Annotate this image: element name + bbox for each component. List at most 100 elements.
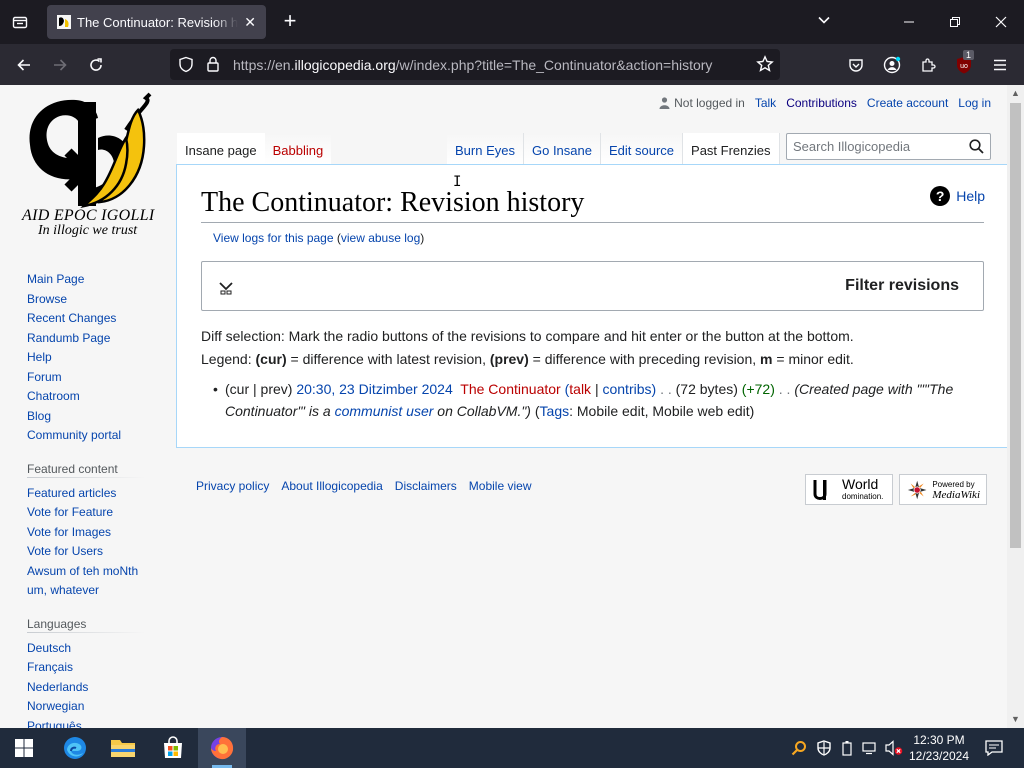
taskbar-clock[interactable]: 12:30 PM 12/23/2024: [903, 732, 975, 764]
battery-icon[interactable]: [837, 738, 857, 758]
namespace-tabs: Insane page Babbling: [177, 133, 332, 164]
revision-list-item: • (cur | prev) 20:30, 23 Ditzimber 2024 …: [213, 378, 983, 422]
edge-browser-icon[interactable]: [51, 728, 99, 768]
close-tab-icon[interactable]: ✕: [244, 14, 256, 31]
filter-revisions-panel[interactable]: Filter revisions: [201, 261, 984, 311]
reload-icon[interactable]: [83, 52, 109, 78]
view-logs-link[interactable]: View logs for this page: [213, 231, 334, 245]
personal-tools: Not logged in Talk Contributions Create …: [659, 96, 991, 110]
close-window-icon[interactable]: [989, 10, 1013, 34]
notifications-icon[interactable]: [982, 738, 1006, 758]
tab-edit-source[interactable]: Edit source: [600, 133, 684, 164]
footer-privacy-policy[interactable]: Privacy policy: [196, 479, 269, 493]
tab-insane-page[interactable]: Insane page: [177, 133, 265, 164]
view-abuse-log-link[interactable]: view abuse log: [341, 231, 420, 245]
file-explorer-icon[interactable]: [99, 728, 147, 768]
search-icon[interactable]: [969, 139, 984, 159]
search-tray-icon[interactable]: [789, 738, 809, 758]
language-link-portugues[interactable]: Português: [27, 717, 157, 729]
browser-tab-bar: The Continuator: Revision history ✕ +: [0, 0, 1024, 44]
list-all-tabs-icon[interactable]: [816, 12, 832, 33]
sidebar-item-awsum-of-teh-month[interactable]: Awsum of teh moNth: [27, 562, 157, 582]
lock-icon[interactable]: [206, 56, 220, 77]
sidebar-item-featured-articles[interactable]: Featured articles: [27, 484, 157, 504]
language-link-francais[interactable]: Français: [27, 658, 157, 678]
language-link-deutsch[interactable]: Deutsch: [27, 639, 157, 659]
all-tabs-icon[interactable]: [6, 9, 34, 35]
sidebar-item-blog[interactable]: Blog: [27, 407, 157, 427]
forward-arrow-icon[interactable]: [47, 52, 73, 78]
sidebar-item-vote-for-feature[interactable]: Vote for Feature: [27, 503, 157, 523]
address-bar[interactable]: https://en.illogicopedia.org/w/index.php…: [170, 49, 780, 80]
network-icon[interactable]: [860, 738, 880, 758]
footer-disclaimers[interactable]: Disclaimers: [395, 479, 457, 493]
not-logged-in-status: Not logged in: [659, 96, 745, 110]
history-sublinks: View logs for this page (view abuse log): [213, 231, 425, 245]
powered-by-mediawiki-badge[interactable]: Powered by MediaWiki: [899, 474, 987, 505]
sidebar-item-chatroom[interactable]: Chatroom: [27, 387, 157, 407]
log-in-link[interactable]: Log in: [958, 96, 991, 110]
footer-mobile-view[interactable]: Mobile view: [469, 479, 532, 493]
sidebar-item-help[interactable]: Help: [27, 348, 157, 368]
sidebar-item-community-portal[interactable]: Community portal: [27, 426, 157, 446]
tab-go-insane[interactable]: Go Insane: [523, 133, 601, 164]
sidebar: Main Page Browse Recent Changes Randumb …: [27, 270, 157, 728]
illogicopedia-mini-logo-icon: [813, 479, 827, 500]
communist-user-link[interactable]: communist user: [335, 403, 434, 419]
windows-start-icon[interactable]: [0, 728, 48, 768]
windows-security-icon[interactable]: [814, 738, 834, 758]
language-link-nederlands[interactable]: Nederlands: [27, 678, 157, 698]
new-tab-button[interactable]: +: [279, 10, 301, 34]
sidebar-item-vote-for-users[interactable]: Vote for Users: [27, 542, 157, 562]
search-input[interactable]: [787, 134, 965, 159]
user-talk-link[interactable]: talk: [569, 381, 591, 397]
pocket-icon[interactable]: [845, 54, 867, 76]
language-link-norwegian[interactable]: Norwegian: [27, 697, 157, 717]
mediawiki-flower-icon: [907, 480, 927, 499]
tags-link[interactable]: Tags: [540, 403, 570, 419]
text-cursor-icon: I: [453, 174, 462, 190]
scroll-up-arrow-icon[interactable]: ▲: [1011, 88, 1020, 98]
sidebar-item-vote-for-images[interactable]: Vote for Images: [27, 523, 157, 543]
ublock-origin-icon[interactable]: uo 1: [953, 50, 975, 76]
contributions-link[interactable]: Contributions: [786, 96, 857, 110]
expand-chevron-icon[interactable]: [218, 279, 234, 300]
firefox-taskbar-icon[interactable]: [198, 728, 246, 768]
diff-legend: Diff selection: Mark the radio buttons o…: [201, 325, 854, 371]
extensions-puzzle-icon[interactable]: [917, 54, 939, 76]
hamburger-menu-icon[interactable]: [989, 54, 1011, 76]
revision-user-link[interactable]: The Continuator: [460, 381, 560, 397]
talk-link[interactable]: Talk: [755, 96, 776, 110]
tab-past-frenzies[interactable]: Past Frenzies: [683, 133, 780, 164]
page-scrollbar[interactable]: ▲ ▼: [1007, 85, 1024, 728]
svg-text:uo: uo: [960, 63, 968, 70]
sidebar-item-browse[interactable]: Browse: [27, 290, 157, 310]
microsoft-store-icon[interactable]: [149, 728, 197, 768]
windows-taskbar: 12:30 PM 12/23/2024: [0, 728, 1024, 768]
active-browser-tab[interactable]: The Continuator: Revision history ✕: [47, 5, 266, 39]
restore-window-icon[interactable]: [943, 10, 967, 34]
sidebar-item-recent-changes[interactable]: Recent Changes: [27, 309, 157, 329]
tab-burn-eyes[interactable]: Burn Eyes: [447, 133, 524, 164]
volume-muted-icon[interactable]: [884, 738, 904, 758]
tracking-protection-shield-icon[interactable]: [178, 56, 194, 78]
account-icon[interactable]: [881, 54, 903, 76]
minimize-window-icon[interactable]: [897, 10, 921, 34]
create-account-link[interactable]: Create account: [867, 96, 948, 110]
scroll-down-arrow-icon[interactable]: ▼: [1011, 714, 1020, 724]
back-arrow-icon[interactable]: [11, 52, 37, 78]
sidebar-item-um-whatever[interactable]: um, whatever: [27, 581, 157, 601]
main-content: The Continuator: Revision history ? Help…: [176, 164, 1007, 448]
help-link[interactable]: ? Help: [930, 186, 985, 206]
sidebar-item-forum[interactable]: Forum: [27, 368, 157, 388]
sidebar-item-main-page[interactable]: Main Page: [27, 270, 157, 290]
world-domination-badge[interactable]: World domination.: [805, 474, 893, 505]
tab-babbling[interactable]: Babbling: [264, 133, 332, 164]
scrollbar-thumb[interactable]: [1010, 103, 1021, 548]
browser-nav-bar: https://en.illogicopedia.org/w/index.php…: [0, 44, 1024, 85]
user-contribs-link[interactable]: contribs: [602, 381, 651, 397]
sidebar-item-random-page[interactable]: Randumb Page: [27, 329, 157, 349]
revision-date-link[interactable]: 20:30, 23 Ditzimber 2024: [296, 381, 452, 397]
footer-about[interactable]: About Illogicopedia: [281, 479, 382, 493]
bookmark-star-icon[interactable]: [756, 55, 774, 78]
